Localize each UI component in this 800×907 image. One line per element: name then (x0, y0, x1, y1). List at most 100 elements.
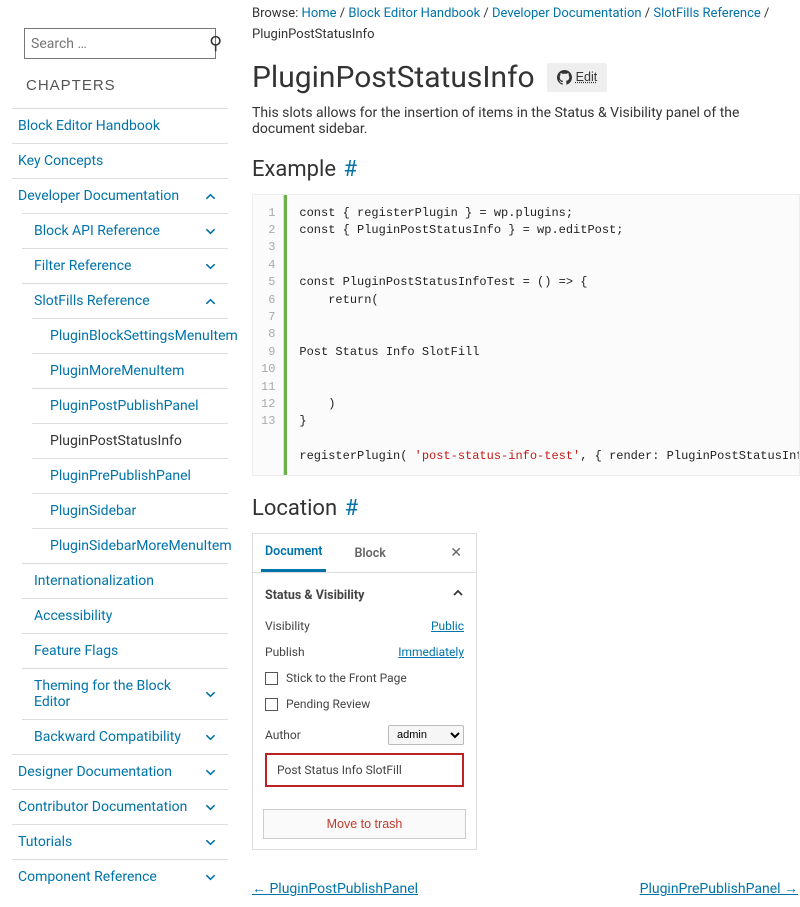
tab-block[interactable]: Block (350, 536, 389, 571)
anchor-link[interactable]: # (344, 157, 358, 182)
chevron-down-icon[interactable] (205, 802, 216, 813)
chevron-down-icon[interactable] (205, 732, 216, 743)
sidebar-item[interactable]: Accessibility (22, 599, 228, 633)
github-icon (557, 70, 572, 85)
code-gutter: 1 2 3 4 5 6 7 8 9 10 11 12 13 (253, 195, 284, 476)
stick-checkbox[interactable]: Stick to the Front Page (265, 665, 464, 691)
sidebar-item[interactable]: PluginPostStatusInfo (32, 424, 228, 458)
sidebar-item-label[interactable]: PluginPostPublishPanel (50, 398, 199, 414)
breadcrumb-prefix: Browse: (252, 6, 302, 21)
pending-checkbox[interactable]: Pending Review (265, 691, 464, 717)
sidebar-item[interactable]: Developer Documentation (12, 179, 228, 213)
sidebar-item[interactable]: Block Editor Handbook (12, 109, 228, 143)
sidebar-item[interactable]: Backward Compatibility (22, 720, 228, 754)
chevron-up-icon[interactable] (205, 191, 216, 202)
chevron-down-icon[interactable] (205, 261, 216, 272)
tab-document[interactable]: Document (261, 534, 326, 572)
row-label: Publish (265, 645, 305, 659)
sidebar-item-label[interactable]: Filter Reference (34, 258, 131, 274)
move-to-trash-button[interactable]: Move to trash (263, 809, 466, 839)
sidebar-item[interactable]: Theming for the Block Editor (22, 669, 228, 719)
sidebar-item[interactable]: Feature Flags (22, 634, 228, 668)
nav-list: Block Editor Handbook Key Concepts Develop… (12, 108, 228, 894)
sidebar-item[interactable]: PluginMoreMenuItem (32, 354, 228, 388)
code-body: const { registerPlugin } = wp.plugins; c… (284, 195, 800, 476)
chevron-down-icon[interactable] (205, 689, 216, 700)
sidebar-item[interactable]: Internationalization (22, 564, 228, 598)
prev-link[interactable]: ← PluginPostPublishPanel (252, 880, 418, 897)
chevron-up-icon[interactable] (205, 296, 216, 307)
author-label: Author (265, 728, 301, 742)
sidebar-item[interactable]: Contributor Documentation (12, 790, 228, 824)
sidebar-item[interactable]: PluginSidebar (32, 494, 228, 528)
search-icon[interactable]: ⚲ (209, 33, 222, 54)
sidebar-item-label[interactable]: PluginPostStatusInfo (50, 433, 182, 449)
author-row: Author admin (265, 717, 464, 749)
checkbox-icon (265, 672, 278, 685)
section-label: Location (252, 496, 337, 521)
sidebar-item[interactable]: SlotFills Reference (22, 284, 228, 318)
checkbox-label: Pending Review (286, 697, 370, 711)
search-box[interactable]: ⚲ (24, 28, 216, 59)
chevron-down-icon[interactable] (205, 226, 216, 237)
breadcrumb-link[interactable]: Home (302, 6, 337, 21)
edit-button[interactable]: Edit (547, 63, 608, 92)
sidebar-item-label[interactable]: Key Concepts (18, 153, 103, 169)
sidebar-item[interactable]: PluginPrePublishPanel (32, 459, 228, 493)
sidebar-item-label[interactable]: Block API Reference (34, 223, 160, 239)
breadcrumb-current: PluginPostStatusInfo (252, 27, 374, 42)
section-example-heading: Example # (252, 157, 800, 182)
close-icon[interactable]: ✕ (444, 539, 468, 567)
sidebar-item-label[interactable]: Tutorials (18, 834, 72, 850)
chapters-heading: CHAPTERS (26, 77, 214, 94)
sidebar-item[interactable]: PluginPostPublishPanel (32, 389, 228, 423)
sidebar-item-label[interactable]: Theming for the Block Editor (34, 678, 205, 710)
sidebar: ⚲ CHAPTERS Block Editor Handbook Key Conc… (0, 0, 240, 907)
checkbox-icon (265, 698, 278, 711)
breadcrumb-link[interactable]: Developer Documentation (492, 6, 642, 21)
sidebar-item-label[interactable]: Contributor Documentation (18, 799, 187, 815)
section-toggle[interactable]: Status & Visibility (265, 581, 464, 613)
chevron-down-icon[interactable] (205, 872, 216, 883)
sidebar-item-label[interactable]: Internationalization (34, 573, 154, 589)
sidebar-item-label[interactable]: PluginSidebarMoreMenuItem (50, 538, 232, 554)
chevron-down-icon[interactable] (205, 837, 216, 848)
sidebar-item[interactable]: Block API Reference (22, 214, 228, 248)
visibility-link[interactable]: Public (431, 619, 464, 633)
publish-link[interactable]: Immediately (398, 645, 464, 659)
page-title: PluginPostStatusInfo Edit (252, 60, 800, 95)
pager: ← PluginPostPublishPanel PluginPrePublis… (252, 880, 798, 897)
sidebar-item[interactable]: Key Concepts (12, 144, 228, 178)
visibility-row: Visibility Public (265, 613, 464, 639)
row-label: Visibility (265, 619, 310, 633)
sidebar-item[interactable]: Component Reference (12, 860, 228, 894)
sidebar-item-label[interactable]: PluginSidebar (50, 503, 136, 519)
sidebar-item-label[interactable]: Block Editor Handbook (18, 118, 160, 134)
sidebar-item[interactable]: PluginBlockSettingsMenuItem (32, 319, 228, 353)
sidebar-item-label[interactable]: SlotFills Reference (34, 293, 150, 309)
chevron-up-icon (452, 587, 464, 603)
checkbox-label: Stick to the Front Page (286, 671, 407, 685)
sidebar-item-label[interactable]: Feature Flags (34, 643, 118, 659)
next-link[interactable]: PluginPrePublishPanel → (640, 880, 798, 897)
sidebar-item-label[interactable]: Backward Compatibility (34, 729, 181, 745)
search-input[interactable] (31, 36, 209, 52)
sidebar-item-label[interactable]: Designer Documentation (18, 764, 172, 780)
sidebar-item-label[interactable]: PluginBlockSettingsMenuItem (50, 328, 238, 344)
sidebar-item-label[interactable]: PluginMoreMenuItem (50, 363, 184, 379)
chevron-down-icon[interactable] (205, 767, 216, 778)
sidebar-item[interactable]: Tutorials (12, 825, 228, 859)
location-tabs: Document Block ✕ (253, 534, 476, 573)
sidebar-item-label[interactable]: Developer Documentation (18, 188, 179, 204)
sidebar-item-label[interactable]: Component Reference (18, 869, 157, 885)
lead-text: This slots allows for the insertion of i… (252, 105, 800, 137)
breadcrumb-link[interactable]: Block Editor Handbook (348, 6, 480, 21)
sidebar-item[interactable]: Filter Reference (22, 249, 228, 283)
sidebar-item-label[interactable]: Accessibility (34, 608, 112, 624)
sidebar-item[interactable]: Designer Documentation (12, 755, 228, 789)
anchor-link[interactable]: # (345, 496, 359, 521)
sidebar-item[interactable]: PluginSidebarMoreMenuItem (32, 529, 228, 563)
sidebar-item-label[interactable]: PluginPrePublishPanel (50, 468, 191, 484)
author-select[interactable]: admin (388, 725, 464, 745)
breadcrumb-link[interactable]: SlotFills Reference (653, 6, 760, 21)
